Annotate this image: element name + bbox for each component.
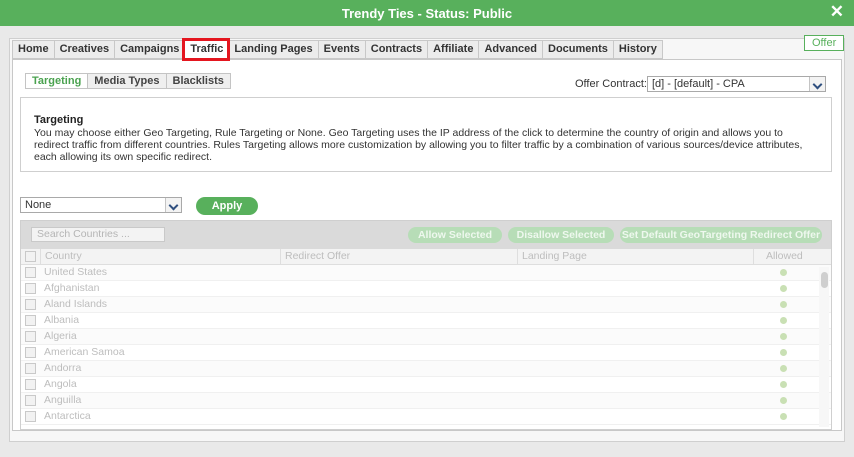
- targeting-description: You may choose either Geo Targeting, Rul…: [34, 127, 803, 163]
- disallow-selected-button[interactable]: Disallow Selected: [508, 227, 614, 243]
- table-row[interactable]: Aland Islands: [21, 297, 831, 313]
- main-tabs: Home Creatives Campaigns Traffic Landing…: [12, 38, 663, 61]
- grid-toolbar: Search Countries ... Allow Selected Disa…: [21, 221, 831, 249]
- table-row[interactable]: Andorra: [21, 361, 831, 377]
- row-checkbox[interactable]: [25, 299, 36, 310]
- search-countries-input[interactable]: Search Countries ...: [31, 227, 165, 242]
- grid-scrollbar-thumb[interactable]: [821, 272, 828, 288]
- allowed-status-dot: [780, 381, 787, 388]
- tab-creatives[interactable]: Creatives: [53, 40, 115, 59]
- row-checkbox[interactable]: [25, 315, 36, 326]
- tab-campaigns[interactable]: Campaigns: [114, 40, 185, 59]
- offer-contract-label: Offer Contract:: [575, 78, 647, 90]
- tab-home[interactable]: Home: [12, 40, 54, 59]
- allowed-status-dot: [780, 397, 787, 404]
- allowed-status-dot: [780, 333, 787, 340]
- row-checkbox[interactable]: [25, 411, 36, 422]
- offer-badge: Offer: [804, 35, 845, 51]
- country-name: Algeria: [44, 330, 77, 342]
- country-name: American Samoa: [44, 346, 125, 358]
- targeting-heading: Targeting: [34, 114, 84, 126]
- tab-documents[interactable]: Documents: [542, 40, 613, 59]
- allowed-status-dot: [780, 413, 787, 420]
- offer-contract-value: [d] - [default] - CPA: [652, 78, 745, 90]
- window-title: Trendy Ties - Status: Public: [341, 6, 513, 21]
- table-row[interactable]: Albania: [21, 313, 831, 329]
- column-country[interactable]: Country: [40, 249, 280, 265]
- allowed-status-dot: [780, 269, 787, 276]
- country-name: Anguilla: [44, 394, 82, 406]
- targeting-type-value: None: [25, 199, 52, 211]
- allowed-status-dot: [780, 317, 787, 324]
- tab-advanced[interactable]: Advanced: [478, 40, 543, 59]
- tab-contracts[interactable]: Contracts: [364, 40, 428, 59]
- targeting-info-box: Targeting You may choose either Geo Targ…: [20, 97, 832, 172]
- tab-history[interactable]: History: [612, 40, 663, 59]
- allowed-status-dot: [780, 285, 787, 292]
- chevron-down-icon: [809, 77, 825, 91]
- column-allowed[interactable]: Allowed: [753, 249, 819, 265]
- table-row[interactable]: Anguilla: [21, 393, 831, 409]
- table-row[interactable]: Angola: [21, 377, 831, 393]
- column-landing-page[interactable]: Landing Page: [517, 249, 753, 265]
- row-checkbox[interactable]: [25, 347, 36, 358]
- grid-scrollbar-track[interactable]: [819, 267, 829, 427]
- row-checkbox[interactable]: [25, 267, 36, 278]
- subtab-media-types[interactable]: Media Types: [87, 73, 166, 89]
- close-icon[interactable]: ✕: [830, 3, 844, 21]
- table-row[interactable]: Afghanistan: [21, 281, 831, 297]
- country-name: Albania: [44, 314, 80, 326]
- tab-landing-pages[interactable]: Landing Pages: [228, 40, 318, 59]
- allowed-status-dot: [780, 301, 787, 308]
- country-name: Antarctica: [44, 410, 91, 422]
- tab-traffic[interactable]: Traffic: [182, 38, 231, 61]
- table-row[interactable]: United States: [21, 265, 831, 281]
- tab-events[interactable]: Events: [317, 40, 365, 59]
- subtab-targeting[interactable]: Targeting: [25, 73, 88, 89]
- row-checkbox[interactable]: [25, 331, 36, 342]
- chevron-down-icon: [165, 198, 181, 212]
- country-name: Angola: [44, 378, 77, 390]
- table-row[interactable]: American Samoa: [21, 345, 831, 361]
- select-all-checkbox[interactable]: [25, 251, 36, 262]
- tab-affiliate[interactable]: Affiliate: [427, 40, 479, 59]
- column-redirect-offer[interactable]: Redirect Offer: [280, 249, 517, 265]
- grid-header: Country Redirect Offer Landing Page Allo…: [21, 249, 831, 265]
- row-checkbox[interactable]: [25, 363, 36, 374]
- grid-rows: United States Afghanistan Aland Islands …: [21, 265, 831, 425]
- set-default-redirect-button[interactable]: Set Default GeoTargeting Redirect Offer: [620, 227, 822, 243]
- window-titlebar: Trendy Ties - Status: Public ✕: [0, 0, 854, 26]
- allowed-status-dot: [780, 365, 787, 372]
- country-name: Andorra: [44, 362, 82, 374]
- row-checkbox[interactable]: [25, 283, 36, 294]
- table-row[interactable]: Algeria: [21, 329, 831, 345]
- apply-button[interactable]: Apply: [196, 197, 258, 215]
- row-checkbox[interactable]: [25, 395, 36, 406]
- country-name: Aland Islands: [44, 298, 108, 310]
- subtab-blacklists[interactable]: Blacklists: [165, 73, 231, 89]
- offer-contract-select[interactable]: [d] - [default] - CPA: [647, 76, 826, 92]
- targeting-type-select[interactable]: None: [20, 197, 182, 213]
- sub-tabs: Targeting Media Types Blacklists: [25, 73, 231, 89]
- country-name: Afghanistan: [44, 282, 100, 294]
- allowed-status-dot: [780, 349, 787, 356]
- allow-selected-button[interactable]: Allow Selected: [408, 227, 502, 243]
- countries-grid: Search Countries ... Allow Selected Disa…: [20, 220, 832, 430]
- country-name: United States: [44, 266, 108, 278]
- row-checkbox[interactable]: [25, 379, 36, 390]
- table-row[interactable]: Antarctica: [21, 409, 831, 425]
